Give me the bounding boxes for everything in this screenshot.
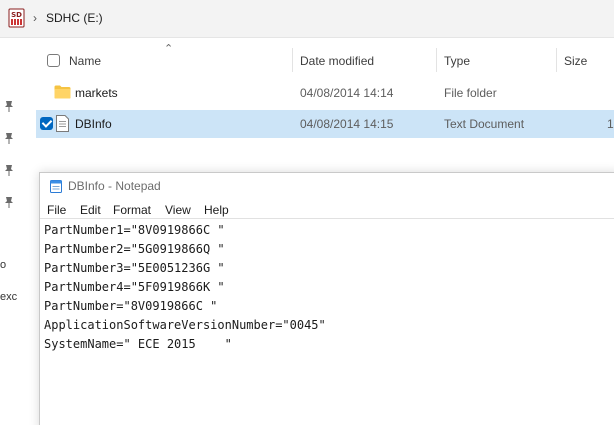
text-line: PartNumber2="5G0919866Q " (44, 242, 225, 256)
column-header-name[interactable]: Name (69, 54, 101, 68)
column-divider[interactable] (292, 48, 293, 72)
column-header-date-modified[interactable]: Date modified (300, 54, 374, 68)
notepad-title: DBInfo - Notepad (68, 179, 161, 193)
file-name: markets (75, 86, 118, 100)
folder-icon (54, 85, 71, 99)
navigation-pane: o exc (0, 38, 36, 425)
notepad-icon (50, 180, 62, 193)
column-divider[interactable] (436, 48, 437, 72)
pin-icon[interactable] (4, 196, 14, 208)
file-size: 1 (607, 117, 614, 131)
pin-icon[interactable] (4, 132, 14, 144)
notepad-title-bar[interactable]: DBInfo - Notepad (40, 173, 614, 199)
text-line: PartNumber3="5E0051236G " (44, 261, 225, 275)
pin-icon[interactable] (4, 164, 14, 176)
text-line: PartNumber4="5F0919866K " (44, 280, 225, 294)
column-header-size[interactable]: Size (564, 54, 587, 68)
menu-view[interactable]: View (165, 203, 191, 217)
text-line: PartNumber1="8V0919866C " (44, 223, 225, 237)
file-date-modified: 04/08/2014 14:14 (300, 86, 394, 100)
file-row-dbinfo[interactable]: DBInfo 04/08/2014 14:15 Text Document 1 (36, 110, 614, 138)
file-name: DBInfo (75, 117, 112, 131)
text-document-icon (56, 115, 69, 132)
notepad-window: DBInfo - Notepad File Edit Format View H… (39, 172, 614, 425)
breadcrumb-chevron-icon[interactable]: › (33, 11, 37, 25)
svg-text:SD: SD (11, 11, 22, 19)
menu-edit[interactable]: Edit (80, 203, 101, 217)
column-header-type[interactable]: Type (444, 54, 470, 68)
file-date-modified: 04/08/2014 14:15 (300, 117, 394, 131)
select-all-checkbox[interactable] (47, 54, 60, 67)
pin-icon[interactable] (4, 100, 14, 112)
text-line: SystemName=" ECE 2015 " (44, 337, 232, 351)
row-checkbox-checked[interactable] (40, 117, 53, 130)
file-row-markets[interactable]: markets 04/08/2014 14:14 File folder (36, 79, 614, 107)
notepad-menu-bar: File Edit Format View Help (40, 201, 614, 219)
text-line: ApplicationSoftwareVersionNumber="0045" (44, 318, 326, 332)
sort-ascending-icon: ⌃ (164, 43, 174, 55)
file-type: File folder (444, 86, 497, 100)
nav-item-partial[interactable]: exc (0, 291, 17, 303)
column-header-row: Name ⌃ Date modified Type Size (36, 42, 614, 78)
text-line: PartNumber="8V0919866C " (44, 299, 218, 313)
sd-card-icon: SD (8, 8, 25, 28)
notepad-text-area[interactable]: PartNumber1="8V0919866C " PartNumber2="5… (44, 221, 614, 354)
nav-item-partial[interactable]: o (0, 259, 6, 271)
column-divider[interactable] (556, 48, 557, 72)
menu-help[interactable]: Help (204, 203, 229, 217)
menu-file[interactable]: File (47, 203, 66, 217)
address-bar[interactable]: SD › SDHC (E:) (0, 0, 614, 38)
file-type: Text Document (444, 117, 525, 131)
menu-format[interactable]: Format (113, 203, 151, 217)
breadcrumb-location[interactable]: SDHC (E:) (46, 11, 103, 25)
